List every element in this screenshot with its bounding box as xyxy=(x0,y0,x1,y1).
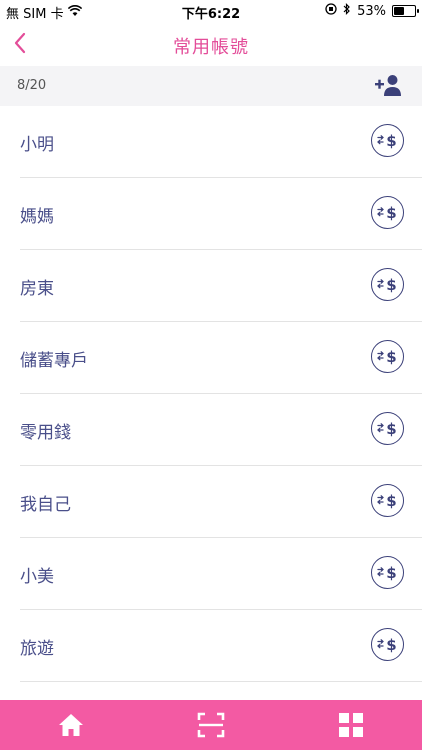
account-row[interactable]: 小明 $ xyxy=(20,106,422,178)
nav-bar: 常用帳號 xyxy=(0,22,422,66)
account-row[interactable]: 房東 $ xyxy=(20,250,422,322)
transfer-money-icon: $ xyxy=(377,636,397,654)
battery-icon xyxy=(392,5,419,17)
transfer-money-icon: $ xyxy=(377,204,397,222)
home-icon xyxy=(59,714,83,736)
account-name: 小美 xyxy=(20,567,54,587)
transfer-money-icon: $ xyxy=(377,276,397,294)
account-row[interactable]: 零用錢 $ xyxy=(20,394,422,466)
tab-scan[interactable] xyxy=(196,711,226,739)
orientation-lock-icon xyxy=(325,3,337,19)
grid-menu-icon xyxy=(339,713,363,737)
svg-text:$: $ xyxy=(386,204,396,222)
tab-home[interactable] xyxy=(56,711,86,739)
transfer-money-icon: $ xyxy=(377,564,397,582)
transfer-button[interactable]: $ xyxy=(371,124,404,157)
page-title: 常用帳號 xyxy=(173,37,249,58)
scan-icon xyxy=(197,712,225,738)
status-right: 53% xyxy=(325,3,419,19)
transfer-money-icon: $ xyxy=(377,420,397,438)
account-name: 旅遊 xyxy=(20,639,54,659)
account-row[interactable]: 我自己 $ xyxy=(20,466,422,538)
svg-text:$: $ xyxy=(386,348,396,366)
add-account-button[interactable] xyxy=(374,73,404,99)
add-user-icon xyxy=(375,75,401,96)
account-row[interactable]: 媽媽 $ xyxy=(20,178,422,250)
account-name: 儲蓄專戶 xyxy=(20,351,88,371)
transfer-button[interactable]: $ xyxy=(371,556,404,589)
tab-menu[interactable] xyxy=(336,711,366,739)
transfer-button[interactable]: $ xyxy=(371,412,404,445)
account-row[interactable]: 小美 $ xyxy=(20,538,422,610)
transfer-button[interactable]: $ xyxy=(371,268,404,301)
account-row[interactable]: 儲蓄專戶 $ xyxy=(20,322,422,394)
svg-text:$: $ xyxy=(386,492,396,510)
svg-text:$: $ xyxy=(386,276,396,294)
account-name: 零用錢 xyxy=(20,423,71,443)
transfer-button[interactable]: $ xyxy=(371,628,404,661)
account-count-bar: 8/20 xyxy=(0,66,422,106)
transfer-money-icon: $ xyxy=(377,348,397,366)
svg-text:$: $ xyxy=(386,564,396,582)
transfer-button[interactable]: $ xyxy=(371,196,404,229)
svg-text:$: $ xyxy=(386,636,396,654)
svg-text:$: $ xyxy=(386,132,396,150)
account-name: 我自己 xyxy=(20,495,71,515)
svg-text:$: $ xyxy=(386,420,396,438)
bottom-tab-bar xyxy=(0,700,422,750)
battery-fill xyxy=(394,7,405,15)
transfer-money-icon: $ xyxy=(377,132,397,150)
account-name: 媽媽 xyxy=(20,207,54,227)
account-list: 小明 $ 媽媽 $ 房東 $ 儲蓄專戶 $ 零用錢 $ 我自己 $ 小美 $ 旅… xyxy=(0,106,422,682)
account-name: 房東 xyxy=(20,279,54,299)
transfer-button[interactable]: $ xyxy=(371,340,404,373)
account-name: 小明 xyxy=(20,135,54,155)
transfer-money-icon: $ xyxy=(377,492,397,510)
status-bar: 無 SIM 卡 下午6:22 53% xyxy=(0,0,422,22)
battery-percent: 53% xyxy=(357,3,386,19)
transfer-button[interactable]: $ xyxy=(371,484,404,517)
bluetooth-icon xyxy=(343,3,351,19)
account-row[interactable]: 旅遊 $ xyxy=(20,610,422,682)
account-count: 8/20 xyxy=(17,78,47,93)
